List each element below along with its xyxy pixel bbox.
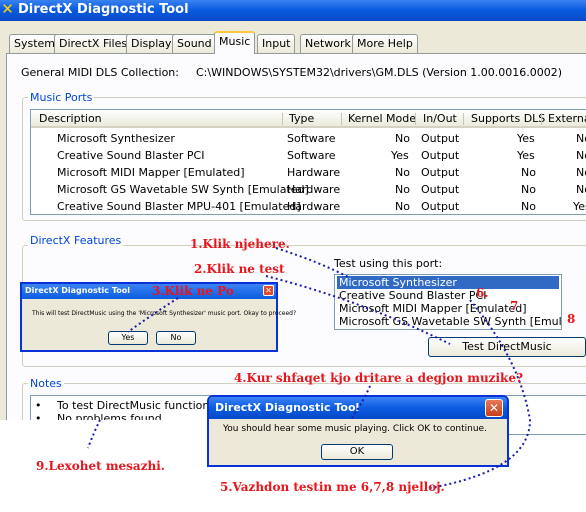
annotation-3: 3.Klik ne Po — [152, 284, 234, 298]
tab-music[interactable]: Music — [214, 31, 256, 54]
annotation-1: 1.Klik njehere. — [190, 237, 290, 251]
annotation-5: 5.Vazhdon testin me 6,7,8 njelloj. — [220, 480, 445, 494]
annotation-7: 7 — [510, 299, 519, 313]
annotation-line-2 — [265, 275, 451, 345]
annotation-line-1 — [275, 247, 351, 279]
annotation-lines — [87, 247, 532, 489]
annotation-9: 9.Lexohet mesazhi. — [36, 459, 165, 473]
annotation-6: 6. — [476, 286, 489, 300]
annotation-2: 2.Klik ne test — [194, 262, 285, 276]
annotation-line-4 — [351, 385, 371, 419]
annotation-line-3 — [127, 297, 179, 333]
annotation-line-9 — [87, 419, 101, 449]
annotation-8: 8 — [567, 312, 576, 326]
annotation-line-5 — [429, 299, 532, 489]
annotation-4: 4.Kur shfaqet kjo dritare a degjon muzik… — [234, 371, 524, 385]
